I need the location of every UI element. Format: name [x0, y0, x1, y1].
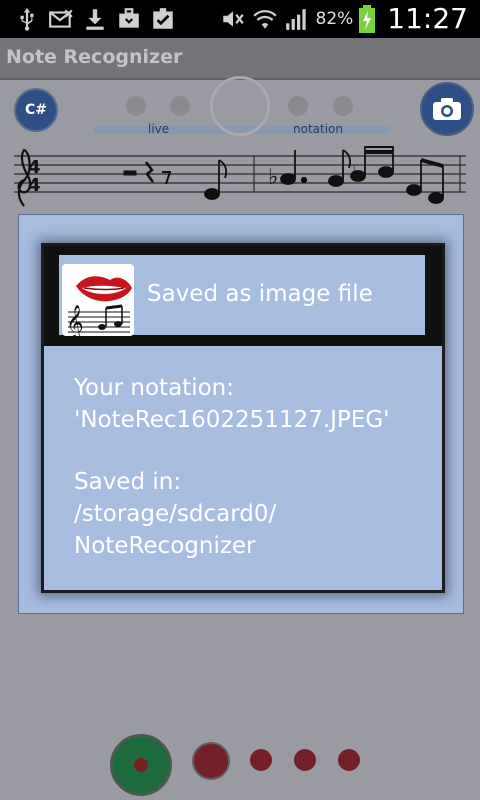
record-dot-icon: [134, 758, 148, 772]
battery-charging-icon: [359, 4, 376, 33]
music-staff: 4 4 ♭ ♭: [14, 146, 466, 207]
app-logo-icon: 𝄞: [62, 264, 134, 336]
dialog-overlay: 𝄞 Saved as image file Your notation: 'No…: [18, 214, 464, 614]
mode-live-label[interactable]: live: [148, 122, 169, 136]
signal-icon: [285, 8, 306, 30]
dialog-header: 𝄞 Saved as image file: [44, 246, 442, 346]
mute-icon: [222, 10, 244, 27]
download-icon: [86, 9, 104, 30]
time-signature-bottom: 4: [28, 175, 41, 196]
mode-dot-2: [170, 96, 190, 116]
wifi-icon: [252, 9, 277, 29]
svg-text:♭: ♭: [352, 161, 361, 185]
svg-text:𝄞: 𝄞: [66, 305, 84, 336]
mode-dot-4: [333, 96, 353, 116]
camera-icon: [433, 98, 461, 120]
dialog-title: Saved as image file: [147, 281, 373, 307]
dialog-line-saved-in-label: Saved in:: [74, 469, 182, 495]
dialog-line-folder: NoteRecognizer: [74, 533, 256, 559]
camera-button[interactable]: [420, 82, 474, 136]
briefcase-icon: [119, 8, 139, 28]
control-dot-3[interactable]: [338, 749, 360, 771]
dialog-line-notation-label: Your notation:: [74, 375, 234, 401]
app-title: Note Recognizer: [6, 46, 183, 68]
dialog-line-filename: 'NoteRec1602251127.JPEG': [74, 407, 390, 433]
dialog-message: Your notation: 'NoteRec1602251127.JPEG' …: [74, 372, 432, 562]
dialog-line-path: /storage/sdcard0/: [74, 501, 277, 527]
status-bar: 82% 11:27: [0, 0, 480, 38]
mode-dot-1: [126, 96, 146, 116]
mode-dot-3: [288, 96, 308, 116]
battery-percent: 82%: [315, 8, 354, 29]
svg-text:♭: ♭: [268, 165, 278, 190]
mode-switch-knob[interactable]: [210, 76, 270, 136]
status-clock: 11:27: [387, 2, 468, 35]
saved-dialog: 𝄞 Saved as image file Your notation: 'No…: [41, 243, 445, 593]
control-dot-1[interactable]: [250, 749, 272, 771]
app-title-bar: Note Recognizer: [0, 38, 480, 80]
checklist-icon: [153, 8, 173, 29]
mode-notation-label[interactable]: notation: [293, 122, 343, 136]
playback-button[interactable]: [192, 742, 230, 780]
usb-icon: [20, 8, 34, 31]
control-dot-2[interactable]: [294, 749, 316, 771]
missed-mail-icon: [49, 9, 73, 28]
record-button[interactable]: [110, 734, 172, 796]
key-select-button[interactable]: C#: [14, 88, 58, 132]
